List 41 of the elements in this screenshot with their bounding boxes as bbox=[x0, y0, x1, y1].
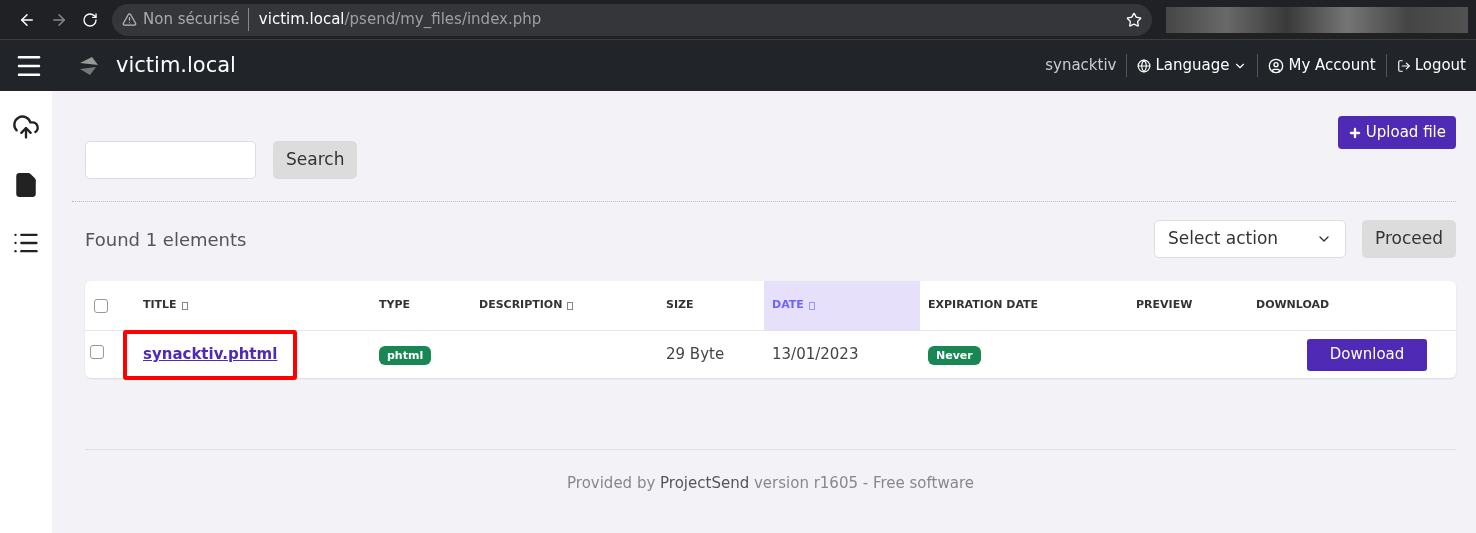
proceed-button[interactable]: Proceed bbox=[1361, 220, 1456, 258]
account-link[interactable]: My Account bbox=[1258, 54, 1387, 77]
logout-link[interactable]: Logout bbox=[1386, 54, 1466, 77]
language-menu[interactable]: Language bbox=[1127, 54, 1259, 77]
column-header: EXPIRATION DATE bbox=[927, 297, 1040, 314]
column-header: PREVIEW bbox=[1135, 297, 1194, 314]
globe-icon bbox=[1137, 58, 1152, 73]
column-header: SIZE bbox=[665, 297, 695, 314]
column-header[interactable]: DESCRIPTION bbox=[471, 281, 658, 330]
reload-icon[interactable] bbox=[82, 11, 98, 28]
date-text: 13/01/2023 bbox=[772, 345, 859, 364]
checkbox[interactable] bbox=[90, 345, 104, 360]
action-select[interactable]: Select action bbox=[1153, 220, 1346, 258]
column-header[interactable]: TITLE bbox=[135, 281, 371, 330]
expiration-badge: Never bbox=[928, 346, 981, 366]
star-icon[interactable] bbox=[1126, 11, 1142, 28]
cloud-upload-icon[interactable] bbox=[12, 113, 40, 141]
projectsend-link[interactable]: ProjectSend bbox=[660, 474, 750, 492]
file-link[interactable]: synacktiv.phtml bbox=[143, 343, 278, 366]
results-count: Found 1 elements bbox=[85, 227, 247, 252]
download-button[interactable]: Download bbox=[1306, 338, 1428, 371]
column-header: DOWNLOAD bbox=[1255, 297, 1331, 314]
search-field[interactable] bbox=[85, 141, 256, 179]
warning-icon bbox=[122, 12, 137, 27]
logout-icon bbox=[1396, 58, 1411, 73]
search-button[interactable]: Search bbox=[273, 141, 358, 179]
upload-button[interactable]: Upload file bbox=[1337, 116, 1456, 149]
type-badge: phtml bbox=[379, 346, 432, 366]
username: synacktiv bbox=[1035, 54, 1128, 77]
address-bar[interactable]: Non sécurisé victim.local/psend/my_files/index.php bbox=[112, 3, 1152, 36]
checkbox[interactable] bbox=[94, 298, 108, 313]
size-text: 29 Byte bbox=[666, 345, 725, 364]
footer-text: Provided by ProjectSend version r1605 - Free software bbox=[567, 473, 974, 494]
user-icon bbox=[1268, 57, 1285, 74]
url-text: victim.local/psend/my_files/index.php bbox=[257, 9, 542, 31]
logo-icon bbox=[78, 54, 100, 77]
plus-icon bbox=[1347, 125, 1362, 140]
brand-name[interactable]: victim.local bbox=[116, 49, 236, 82]
file-icon[interactable] bbox=[13, 171, 39, 199]
column-header: TYPE bbox=[378, 297, 412, 314]
security-label: Non sécurisé bbox=[143, 8, 249, 31]
